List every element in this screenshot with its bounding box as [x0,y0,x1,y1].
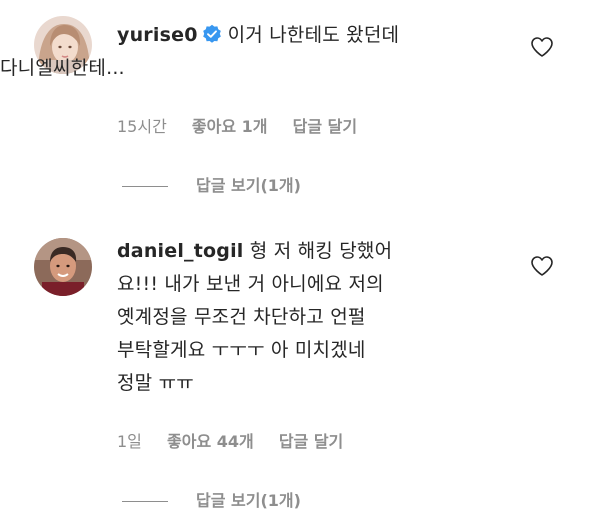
view-replies-button[interactable]: 답글 보기(1개) [122,487,301,511]
divider-line [122,501,168,502]
comment-text: daniel_togil 형 저 해킹 당했어 요!!! 내가 보낸 거 아니에… [117,235,392,400]
avatar[interactable] [34,238,92,296]
comment-body-line: 옛계정을 무조건 차단하고 언펄 [117,306,366,328]
comment-username[interactable]: daniel_togil [117,240,244,262]
heart-outline-icon[interactable] [530,255,554,277]
view-replies-label: 답글 보기(1개) [196,491,301,510]
comment-body-line: 정말 ㅠㅠ [117,372,194,394]
avatar-photo [34,238,92,296]
comment-likes-count[interactable]: 좋아요 44개 [167,432,254,451]
comment-body-line: 요!!! 내가 보낸 거 아니에요 저의 [117,273,384,295]
comment-meta: 1일 좋아요 44개 답글 달기 [117,428,363,452]
comment: daniel_togil 형 저 해킹 당했어 요!!! 내가 보낸 거 아니에… [0,0,600,531]
comment-body-line: 형 저 해킹 당했어 [249,240,393,262]
reply-button[interactable]: 답글 달기 [279,432,343,451]
comment-time[interactable]: 1일 [117,432,142,451]
comment-body-line: 부탁할게요 ㅜㅜㅜ 아 미치겠네 [117,339,366,361]
